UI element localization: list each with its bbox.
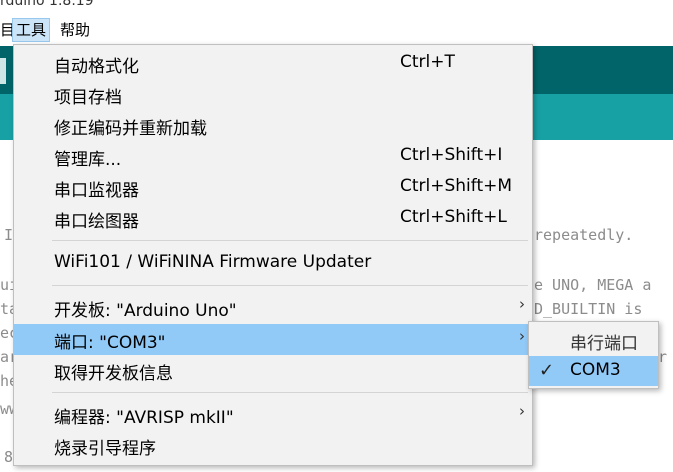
menu-item-label: WiFi101 / WiFiNINA Firmware Updater	[54, 252, 372, 272]
menu-item-label: 项目存档	[54, 88, 122, 108]
menu-item-label: 修正编码并重新加载	[54, 119, 207, 139]
menu-item-port[interactable]: 端口: "COM3" ›	[14, 324, 532, 355]
menu-item-label: 取得开发板信息	[54, 364, 173, 384]
submenu-header: 串行端口	[570, 334, 638, 354]
menu-item-board[interactable]: 开发板: "Arduino Uno" ›	[14, 292, 532, 323]
menu-item-shortcut: Ctrl+Shift+M	[400, 176, 513, 196]
menu-item-programmer[interactable]: 编程器: "AVRISP mkII" ›	[14, 399, 532, 430]
port-option-com3[interactable]: ✓ COM3	[529, 356, 658, 386]
code-fragment: e UNO, MEGA a	[534, 276, 652, 294]
code-fragment: I	[4, 226, 14, 244]
menu-separator	[52, 240, 528, 241]
code-fragment: D_BUILTIN is	[534, 300, 643, 318]
menu-item-label: 编程器: "AVRISP mkII"	[54, 408, 234, 428]
menu-item-label: 自动格式化	[54, 57, 139, 77]
checkmark-icon: ✓	[539, 360, 555, 381]
menu-separator	[52, 285, 528, 286]
menu-help[interactable]: 帮助	[57, 19, 93, 41]
menu-tools[interactable]: 工具	[12, 18, 51, 42]
chevron-right-icon: ›	[519, 327, 525, 345]
port-option-label: COM3	[570, 360, 621, 380]
menu-item-label: 管理库...	[54, 150, 122, 170]
menu-item-burn-bootloader[interactable]: 烧录引导程序	[14, 430, 532, 461]
chevron-right-icon: ›	[519, 402, 525, 420]
code-fragment: r	[658, 348, 668, 366]
menu-item-shortcut: Ctrl+Shift+L	[400, 207, 507, 227]
code-fragment: repeatedly.	[534, 226, 634, 244]
port-submenu: 串行端口 ✓ COM3	[528, 321, 659, 389]
menu-item-fix-encoding[interactable]: 修正编码并重新加载	[14, 110, 532, 141]
window-title: rduino 1.8.19	[0, 0, 94, 9]
menubar: 目 工具 帮助	[0, 16, 673, 44]
menu-item-label: 端口: "COM3"	[54, 333, 166, 353]
menu-item-shortcut: Ctrl+Shift+I	[400, 145, 503, 165]
menu-item-label: 串口绘图器	[54, 212, 139, 232]
tools-menu: 自动格式化 Ctrl+T 项目存档 修正编码并重新加载 管理库... Ctrl+…	[13, 44, 533, 466]
menu-item-firmware-updater[interactable]: WiFi101 / WiFiNINA Firmware Updater	[14, 248, 532, 279]
menu-item-label: 开发板: "Arduino Uno"	[54, 301, 237, 321]
menu-item-label: 烧录引导程序	[54, 439, 156, 459]
menu-item-serial-monitor[interactable]: 串口监视器 Ctrl+Shift+M	[14, 172, 532, 203]
menu-item-shortcut: Ctrl+T	[400, 52, 455, 72]
menu-item-manage-libraries[interactable]: 管理库... Ctrl+Shift+I	[14, 141, 532, 172]
menu-separator	[52, 392, 528, 393]
code-fragment: 8	[4, 448, 14, 466]
verify-button[interactable]	[0, 58, 6, 84]
menu-item-auto-format[interactable]: 自动格式化 Ctrl+T	[14, 48, 532, 79]
menu-item-archive-sketch[interactable]: 项目存档	[14, 79, 532, 110]
chevron-right-icon: ›	[519, 295, 525, 313]
menu-item-serial-plotter[interactable]: 串口绘图器 Ctrl+Shift+L	[14, 203, 532, 234]
menu-item-board-info[interactable]: 取得开发板信息	[14, 355, 532, 386]
menu-item-label: 串口监视器	[54, 181, 139, 201]
